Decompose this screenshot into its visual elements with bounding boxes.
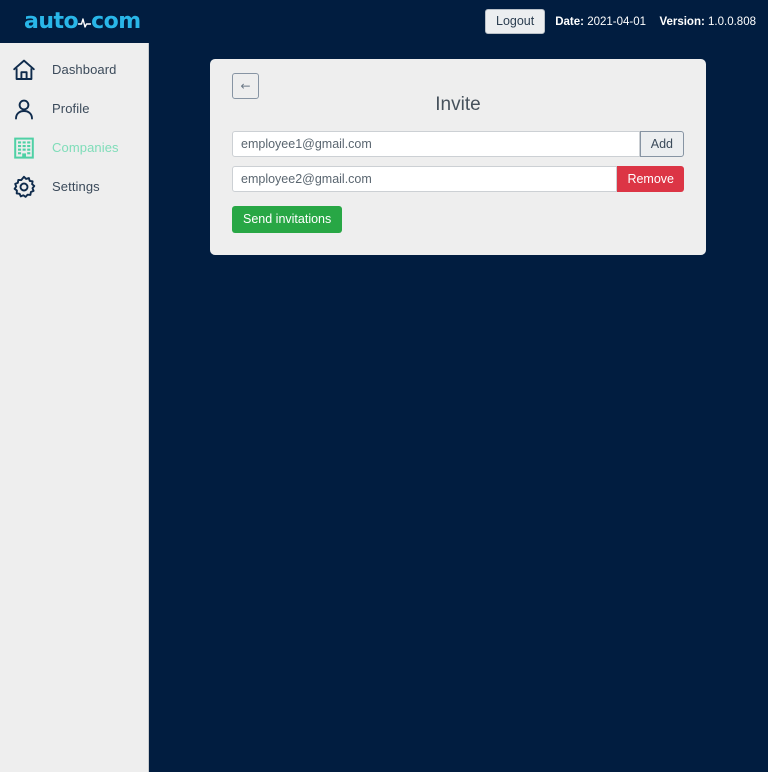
main-content: ← Invite Add Remove Send invitations [149,43,768,772]
page-title: Invite [435,94,481,115]
logo-text-left: auto [24,9,79,34]
invite-row: Add [232,131,684,157]
invite-email-input-1[interactable] [232,131,640,157]
logo-text-right: com [91,9,141,34]
home-icon [10,56,38,84]
sidebar-item-label: Settings [52,179,100,194]
header-meta: Date: 2021-04-01 Version: 1.0.0.808 [555,16,756,28]
send-invitations-button[interactable]: Send invitations [232,206,343,233]
sidebar-item-profile[interactable]: Profile [0,89,148,128]
sidebar-item-label: Dashboard [52,62,117,77]
remove-invite-button[interactable]: Remove [617,166,684,192]
sidebar-item-companies[interactable]: Companies [0,128,148,167]
version-value: 1.0.0.808 [708,15,756,28]
date-label: Date: [555,15,584,28]
wave-pulse-icon [78,15,92,29]
invite-card: ← Invite Add Remove Send invitations [210,59,706,255]
gear-icon [10,173,38,201]
sidebar-navigation: Dashboard Profile Companies Settings [0,43,149,772]
app-logo: auto com [24,9,141,34]
invite-email-input-2[interactable] [232,166,618,192]
logout-button[interactable]: Logout [485,8,546,35]
sidebar-item-settings[interactable]: Settings [0,167,148,206]
invite-row: Remove [232,166,684,192]
date-value: 2021-04-01 [587,15,647,28]
add-invite-button[interactable]: Add [639,131,684,157]
sidebar-item-label: Companies [52,140,119,155]
app-header: auto com Logout Date: 2021-04-01 Version… [0,0,768,43]
sidebar-item-dashboard[interactable]: Dashboard [0,50,148,89]
header-actions: Logout Date: 2021-04-01 Version: 1.0.0.8… [485,8,756,35]
building-icon [10,134,38,162]
user-icon [10,95,38,123]
sidebar-item-label: Profile [52,101,90,116]
version-label: Version: [659,15,705,28]
